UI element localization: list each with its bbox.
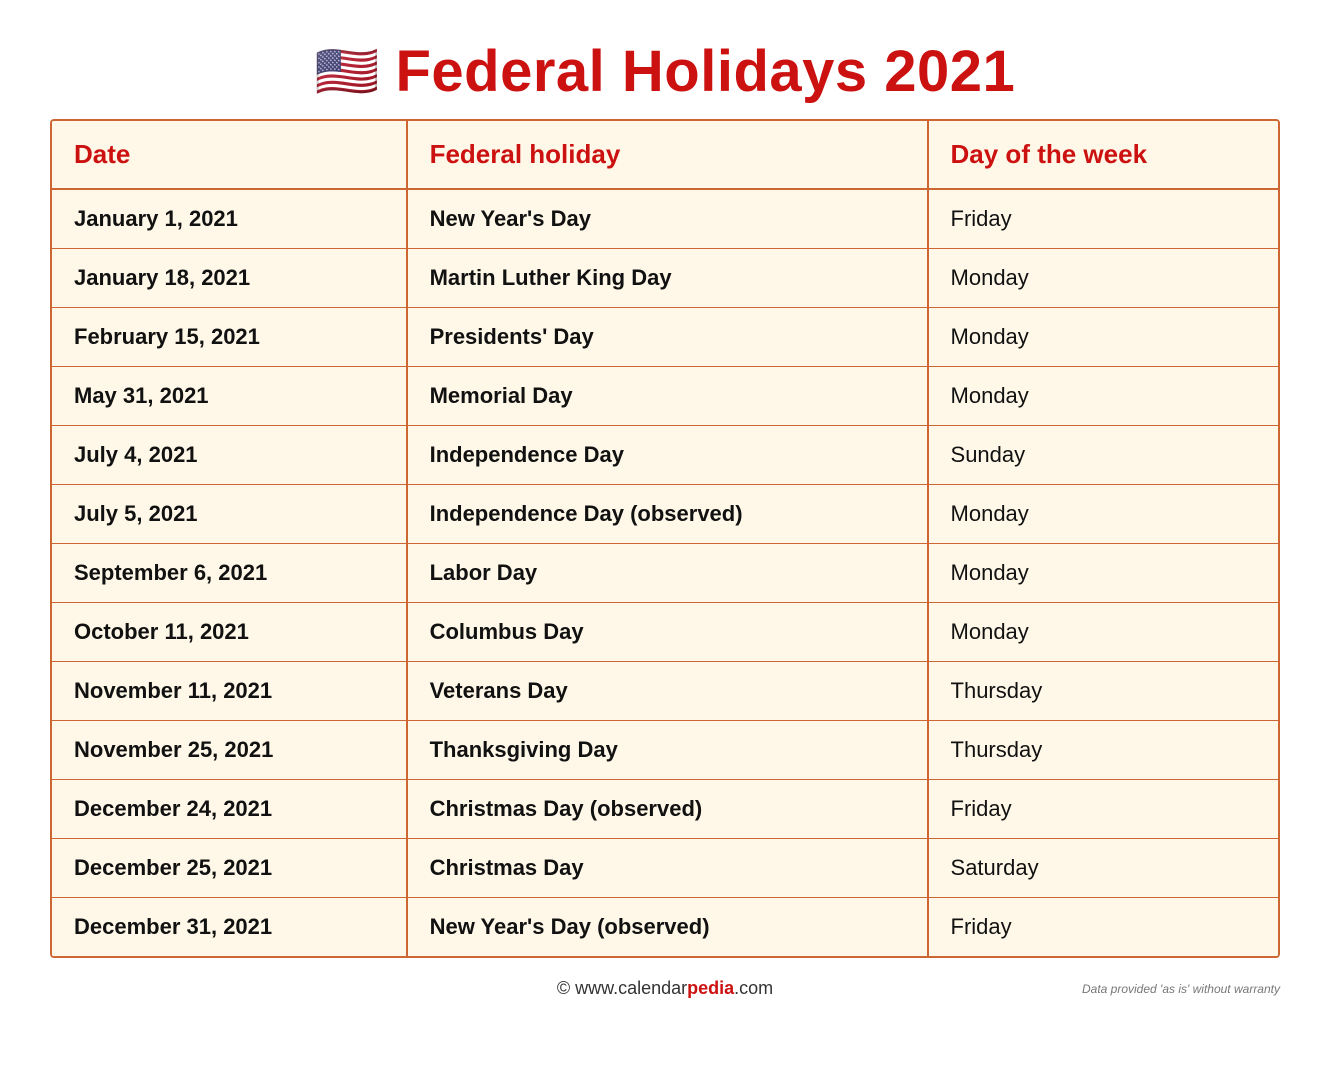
footer-disclaimer: Data provided 'as is' without warranty xyxy=(1082,982,1280,996)
page-container: 🇺🇸 Federal Holidays 2021 Date Federal ho… xyxy=(50,20,1280,1003)
cell-date: May 31, 2021 xyxy=(52,367,407,426)
table-row: July 4, 2021Independence DaySunday xyxy=(52,426,1278,485)
cell-date: October 11, 2021 xyxy=(52,603,407,662)
flag-icon: 🇺🇸 xyxy=(315,46,380,98)
cell-holiday: Veterans Day xyxy=(407,662,928,721)
cell-date: January 18, 2021 xyxy=(52,249,407,308)
cell-holiday: Presidents' Day xyxy=(407,308,928,367)
cell-date: January 1, 2021 xyxy=(52,189,407,249)
table-row: July 5, 2021Independence Day (observed)M… xyxy=(52,485,1278,544)
cell-date: December 31, 2021 xyxy=(52,898,407,957)
cell-day: Monday xyxy=(928,603,1278,662)
cell-day: Friday xyxy=(928,780,1278,839)
cell-day: Thursday xyxy=(928,721,1278,780)
cell-date: November 11, 2021 xyxy=(52,662,407,721)
table-row: November 25, 2021Thanksgiving DayThursda… xyxy=(52,721,1278,780)
table-row: February 15, 2021Presidents' DayMonday xyxy=(52,308,1278,367)
table-row: November 11, 2021Veterans DayThursday xyxy=(52,662,1278,721)
table-row: December 24, 2021Christmas Day (observed… xyxy=(52,780,1278,839)
cell-holiday: Independence Day xyxy=(407,426,928,485)
table-row: January 18, 2021Martin Luther King DayMo… xyxy=(52,249,1278,308)
cell-holiday: Christmas Day xyxy=(407,839,928,898)
table-row: October 11, 2021Columbus DayMonday xyxy=(52,603,1278,662)
cell-day: Saturday xyxy=(928,839,1278,898)
cell-date: November 25, 2021 xyxy=(52,721,407,780)
col-header-holiday: Federal holiday xyxy=(407,121,928,189)
cell-date: July 4, 2021 xyxy=(52,426,407,485)
table-row: September 6, 2021Labor DayMonday xyxy=(52,544,1278,603)
cell-holiday: Christmas Day (observed) xyxy=(407,780,928,839)
cell-day: Monday xyxy=(928,308,1278,367)
footer-copyright: © www.calendarpedia.com xyxy=(557,978,773,999)
cell-day: Monday xyxy=(928,249,1278,308)
cell-holiday: Thanksgiving Day xyxy=(407,721,928,780)
cell-day: Monday xyxy=(928,485,1278,544)
table-row: December 31, 2021New Year's Day (observe… xyxy=(52,898,1278,957)
footer-brand: pedia xyxy=(687,978,734,998)
page-header: 🇺🇸 Federal Holidays 2021 xyxy=(50,20,1280,119)
cell-date: February 15, 2021 xyxy=(52,308,407,367)
cell-day: Thursday xyxy=(928,662,1278,721)
cell-holiday: Columbus Day xyxy=(407,603,928,662)
cell-date: July 5, 2021 xyxy=(52,485,407,544)
holidays-table: Date Federal holiday Day of the week Jan… xyxy=(52,121,1278,956)
table-row: January 1, 2021New Year's DayFriday xyxy=(52,189,1278,249)
cell-holiday: Memorial Day xyxy=(407,367,928,426)
cell-day: Sunday xyxy=(928,426,1278,485)
table-row: May 31, 2021Memorial DayMonday xyxy=(52,367,1278,426)
cell-holiday: New Year's Day xyxy=(407,189,928,249)
cell-day: Monday xyxy=(928,367,1278,426)
col-header-day: Day of the week xyxy=(928,121,1278,189)
cell-day: Friday xyxy=(928,189,1278,249)
col-header-date: Date xyxy=(52,121,407,189)
cell-day: Monday xyxy=(928,544,1278,603)
cell-date: September 6, 2021 xyxy=(52,544,407,603)
cell-holiday: New Year's Day (observed) xyxy=(407,898,928,957)
cell-holiday: Independence Day (observed) xyxy=(407,485,928,544)
page-footer: © www.calendarpedia.com Data provided 'a… xyxy=(50,968,1280,1003)
page-title: Federal Holidays 2021 xyxy=(395,38,1015,105)
cell-holiday: Labor Day xyxy=(407,544,928,603)
cell-date: December 25, 2021 xyxy=(52,839,407,898)
cell-holiday: Martin Luther King Day xyxy=(407,249,928,308)
cell-date: December 24, 2021 xyxy=(52,780,407,839)
holidays-table-wrapper: Date Federal holiday Day of the week Jan… xyxy=(50,119,1280,958)
cell-day: Friday xyxy=(928,898,1278,957)
table-row: December 25, 2021Christmas DaySaturday xyxy=(52,839,1278,898)
table-header-row: Date Federal holiday Day of the week xyxy=(52,121,1278,189)
